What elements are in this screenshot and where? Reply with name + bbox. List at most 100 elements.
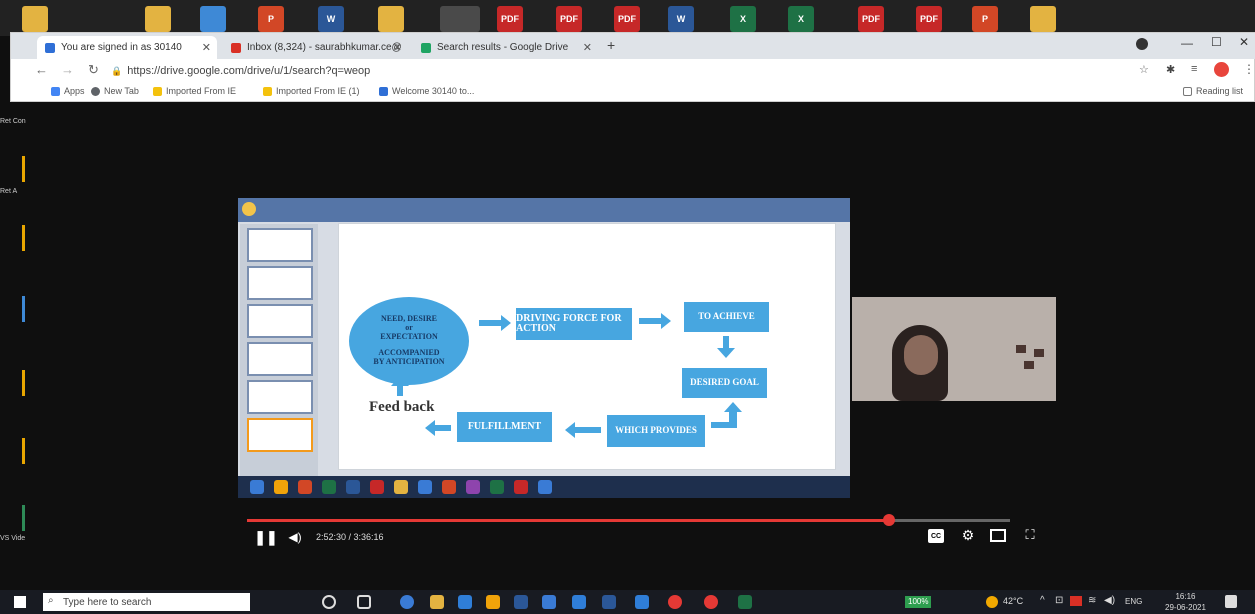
- app-icon[interactable]: [572, 595, 586, 609]
- video-scrubber-handle[interactable]: [882, 514, 895, 526]
- folder-icon[interactable]: [22, 225, 25, 251]
- folder-icon[interactable]: [145, 6, 171, 32]
- app-icon[interactable]: [635, 595, 649, 609]
- powerpoint-file-icon[interactable]: P: [258, 6, 284, 32]
- pause-button[interactable]: ❚❚: [254, 529, 277, 545]
- pdf-file-icon[interactable]: PDF: [858, 6, 884, 32]
- miniplayer-icon[interactable]: [990, 529, 1006, 542]
- app-icon[interactable]: [602, 595, 616, 609]
- reading-list-button[interactable]: Reading list: [1183, 86, 1243, 96]
- settings-gear-icon[interactable]: ⚙: [960, 527, 976, 543]
- arrow-left: [565, 422, 601, 438]
- extension-icon[interactable]: ✱: [1166, 63, 1175, 76]
- excel-file-icon[interactable]: X: [730, 6, 756, 32]
- office-button-icon[interactable]: [242, 202, 256, 216]
- chrome-icon[interactable]: [704, 595, 718, 609]
- wifi-icon[interactable]: ≋: [1088, 595, 1096, 606]
- notification-icon[interactable]: [1225, 595, 1237, 608]
- avatar[interactable]: [1214, 62, 1229, 77]
- tray-app-icon[interactable]: [1070, 596, 1082, 606]
- excel-icon[interactable]: [738, 595, 752, 609]
- tab-drive[interactable]: Search results - Google Drive ✕: [413, 36, 598, 59]
- clock[interactable]: 16:16 29-06-2021: [1158, 591, 1213, 613]
- bookmark-label: Apps: [64, 86, 85, 96]
- speaker-icon[interactable]: ◀): [1104, 595, 1115, 606]
- close-icon[interactable]: ✕: [393, 41, 402, 54]
- presenter-video[interactable]: [852, 297, 1056, 401]
- folder-icon[interactable]: [378, 6, 404, 32]
- windows-start-icon[interactable]: [14, 596, 26, 608]
- bookmark-imported-ie-1[interactable]: Imported From IE (1): [263, 86, 360, 96]
- arrow-left: [425, 420, 451, 436]
- reading-list-icon: [1183, 86, 1192, 96]
- bookmark-imported-ie[interactable]: Imported From IE: [153, 86, 236, 96]
- file-icon[interactable]: [200, 6, 226, 32]
- slide-thumbnail[interactable]: [247, 380, 313, 414]
- desktop-icon-ret-a[interactable]: Ret A: [0, 188, 36, 195]
- close-icon[interactable]: ✕: [202, 41, 211, 54]
- network-icon[interactable]: ⊡: [1055, 595, 1063, 606]
- app-icon[interactable]: [486, 595, 500, 609]
- new-tab-button[interactable]: +: [607, 37, 615, 53]
- close-icon[interactable]: ✕: [583, 41, 592, 54]
- bookmark-welcome[interactable]: Welcome 30140 to...: [379, 86, 474, 96]
- desktop-icon-ret-con[interactable]: Ret Con: [0, 118, 36, 125]
- pdf-file-icon[interactable]: PDF: [556, 6, 582, 32]
- back-icon[interactable]: ←: [35, 62, 48, 77]
- taskbar-search-input[interactable]: ⌕ Type here to search: [43, 593, 250, 611]
- lock-icon: 🔒: [111, 65, 123, 76]
- edge-icon[interactable]: [400, 595, 414, 609]
- slide-thumbnail[interactable]: [247, 342, 313, 376]
- chevron-up-icon[interactable]: ^: [1040, 595, 1045, 606]
- pdf-file-icon[interactable]: PDF: [497, 6, 523, 32]
- powerpoint-file-icon[interactable]: P: [972, 6, 998, 32]
- file-icon[interactable]: [22, 505, 25, 531]
- forward-icon[interactable]: →: [61, 62, 74, 77]
- slide-thumbnail[interactable]: [247, 228, 313, 262]
- bookmark-new-tab[interactable]: New Tab: [91, 86, 139, 96]
- fullscreen-icon[interactable]: ⛶: [1022, 527, 1038, 543]
- folder-icon[interactable]: [1030, 6, 1056, 32]
- captions-icon[interactable]: CC: [928, 529, 944, 543]
- close-window-icon[interactable]: ✕: [1239, 35, 1249, 49]
- volume-button[interactable]: ◀): [287, 530, 303, 544]
- battery-indicator[interactable]: 100%: [905, 596, 932, 608]
- desktop-icon-vs-video[interactable]: VS Vide: [0, 535, 36, 542]
- address-bar[interactable]: 🔒 https://drive.google.com/drive/u/1/sea…: [111, 62, 1131, 80]
- folder-icon[interactable]: [22, 438, 25, 464]
- store-icon[interactable]: [458, 595, 472, 609]
- pdf-file-icon[interactable]: PDF: [916, 6, 942, 32]
- pdf-file-icon[interactable]: PDF: [614, 6, 640, 32]
- slide-thumbnail[interactable]: [247, 266, 313, 300]
- cortana-icon[interactable]: [322, 595, 336, 609]
- slide-thumbnail[interactable]: [247, 304, 313, 338]
- app-icon: [346, 480, 360, 494]
- excel-file-icon[interactable]: X: [788, 6, 814, 32]
- slide-thumbnail-selected[interactable]: [247, 418, 313, 452]
- folder-icon[interactable]: [22, 6, 48, 32]
- folder-icon[interactable]: [22, 156, 25, 182]
- weather-icon[interactable]: [986, 596, 998, 608]
- video-progress-bar[interactable]: [247, 514, 1010, 526]
- reading-list-icon[interactable]: ≡: [1191, 63, 1197, 75]
- word-file-icon[interactable]: W: [318, 6, 344, 32]
- chrome-icon[interactable]: [668, 595, 682, 609]
- tab-signed-in[interactable]: You are signed in as 30140 ✕: [37, 36, 217, 59]
- menu-icon[interactable]: ⋮: [1243, 62, 1255, 76]
- language-indicator[interactable]: ENG: [1125, 597, 1142, 606]
- task-view-icon[interactable]: [357, 595, 371, 609]
- profile-icon[interactable]: [1136, 38, 1148, 50]
- tab-inbox[interactable]: Inbox (8,324) - saurabhkumar.ce@ ✕: [223, 36, 408, 59]
- word-file-icon[interactable]: W: [668, 6, 694, 32]
- image-file-icon[interactable]: [440, 6, 480, 32]
- star-icon[interactable]: ☆: [1139, 63, 1149, 76]
- file-icon[interactable]: [22, 296, 25, 322]
- powershell-icon[interactable]: [514, 595, 528, 609]
- file-explorer-icon[interactable]: [430, 595, 444, 609]
- bookmark-apps[interactable]: Apps: [51, 86, 85, 96]
- app-icon[interactable]: [542, 595, 556, 609]
- folder-icon[interactable]: [22, 370, 25, 396]
- minimize-icon[interactable]: —: [1181, 36, 1193, 50]
- reload-icon[interactable]: ↻: [88, 62, 99, 78]
- maximize-icon[interactable]: ☐: [1211, 35, 1222, 49]
